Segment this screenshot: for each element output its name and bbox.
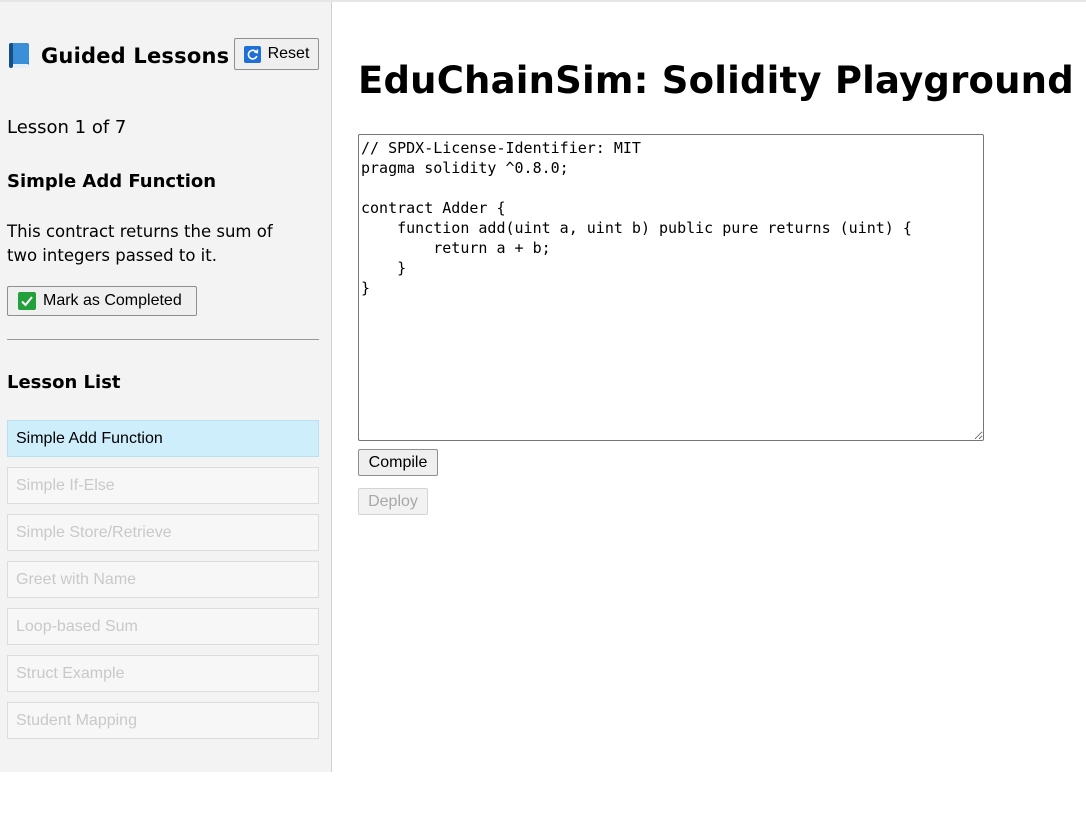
mark-completed-button[interactable]: Mark as Completed: [7, 286, 197, 316]
lesson-item-simple-add-function[interactable]: Simple Add Function: [7, 420, 319, 457]
lesson-sidebar: Guided Lessons Reset Lesson 1 of 7 Simpl…: [0, 2, 332, 772]
reset-button[interactable]: Reset: [234, 38, 319, 70]
page-title: EduChainSim: Solidity Playground: [358, 59, 1074, 102]
lesson-item-struct-example: Struct Example: [7, 655, 319, 692]
lesson-list: Simple Add Function Simple If-Else Simpl…: [7, 420, 319, 749]
compile-button[interactable]: Compile: [358, 449, 438, 476]
current-lesson-title: Simple Add Function: [7, 171, 217, 192]
lesson-item-greet-with-name: Greet with Name: [7, 561, 319, 598]
sidebar-divider: [7, 339, 319, 340]
code-editor[interactable]: // SPDX-License-Identifier: MIT pragma s…: [358, 134, 984, 441]
mark-completed-label: Mark as Completed: [43, 292, 182, 309]
lesson-item-student-mapping: Student Mapping: [7, 702, 319, 739]
check-mark-icon: [18, 292, 36, 310]
sidebar-header: Guided Lessons Reset: [7, 38, 319, 74]
current-lesson-description: This contract returns the sum of two int…: [7, 222, 273, 265]
lesson-progress: Lesson 1 of 7: [7, 117, 127, 138]
sidebar-title-group: Guided Lessons: [7, 42, 229, 70]
blue-book-icon: [7, 42, 33, 70]
lesson-item-simple-store-retrieve: Simple Store/Retrieve: [7, 514, 319, 551]
refresh-icon: [243, 45, 261, 63]
reset-label: Reset: [267, 45, 310, 62]
sidebar-title: Guided Lessons: [41, 44, 230, 68]
lesson-item-loop-based-sum: Loop-based Sum: [7, 608, 319, 645]
lesson-item-simple-if-else: Simple If-Else: [7, 467, 319, 504]
lesson-list-heading: Lesson List: [7, 372, 121, 393]
deploy-button[interactable]: Deploy: [358, 488, 428, 515]
